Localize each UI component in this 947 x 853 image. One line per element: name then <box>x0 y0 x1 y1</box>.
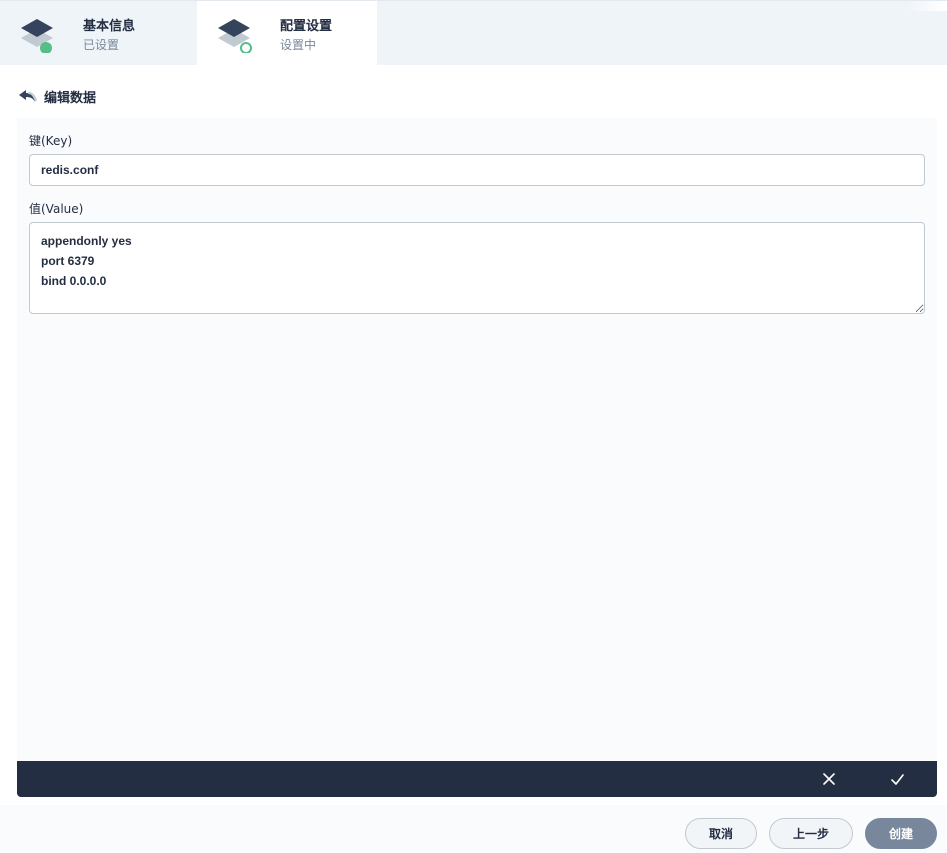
close-icon <box>823 773 835 785</box>
value-label: 值(Value) <box>29 202 84 216</box>
footer-bar: 取消 上一步 创建 <box>0 805 947 853</box>
steps-header: 基本信息 已设置 配置设置 设置中 <box>0 0 947 66</box>
corner-shade <box>907 1 947 11</box>
step-basic-info[interactable]: 基本信息 已设置 <box>0 1 197 66</box>
step-title: 基本信息 <box>83 19 136 34</box>
step-status: 已设置 <box>83 38 120 52</box>
key-label: 键(Key) <box>29 134 73 148</box>
previous-step-button[interactable]: 上一步 <box>769 818 853 849</box>
value-textarea[interactable]: appendonly yes port 6379 bind 0.0.0.0 <box>29 222 925 314</box>
key-input[interactable] <box>29 154 925 186</box>
edit-action-bar <box>17 761 937 797</box>
back-link[interactable]: 编辑数据 <box>18 86 96 106</box>
back-arrow-icon <box>19 90 37 102</box>
step-status: 设置中 <box>280 38 317 52</box>
check-icon <box>890 773 904 785</box>
edit-panel: 键(Key) 值(Value) appendonly yes port 6379… <box>17 118 937 761</box>
cancel-button[interactable]: 取消 <box>685 818 757 849</box>
confirm-edit-button[interactable] <box>887 769 907 789</box>
layers-icon <box>218 19 252 53</box>
create-button[interactable]: 创建 <box>865 818 937 849</box>
editor-title: 编辑数据 <box>44 90 97 106</box>
step-title: 配置设置 <box>280 19 333 34</box>
layers-icon <box>21 19 53 53</box>
cancel-edit-button[interactable] <box>819 769 839 789</box>
step-config-settings[interactable]: 配置设置 设置中 <box>197 1 377 66</box>
